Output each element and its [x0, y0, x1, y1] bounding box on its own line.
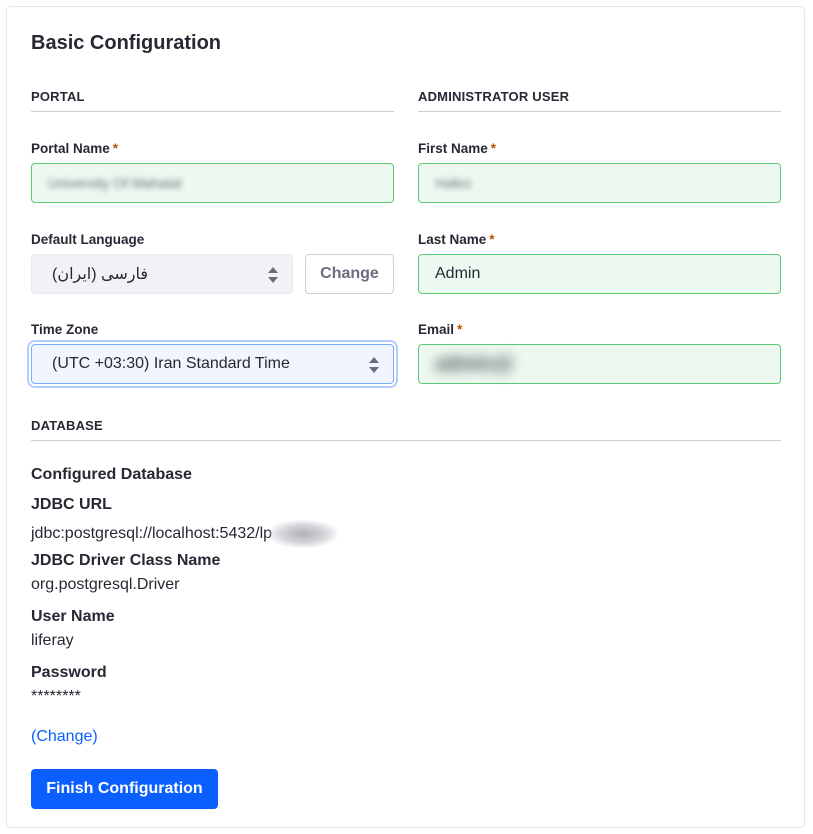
change-language-button[interactable]: Change	[305, 254, 394, 294]
first-name-label: First Name *	[418, 141, 497, 156]
last-name-label: Last Name *	[418, 232, 495, 247]
admin-divider	[418, 111, 781, 112]
portal-name-label: Portal Name *	[31, 141, 119, 156]
required-mark: *	[112, 141, 119, 156]
required-mark: *	[457, 322, 463, 337]
required-mark: *	[490, 141, 497, 156]
db-user-name-label: User Name	[31, 608, 115, 625]
db-password-label: Password	[31, 664, 107, 681]
select-caret-icon	[268, 266, 278, 284]
database-heading: DATABASE	[31, 418, 103, 433]
email-label: Email *	[418, 322, 463, 337]
db-user-name-value: liferay	[31, 632, 74, 649]
first-name-input[interactable]: Hafez	[418, 163, 781, 203]
jdbc-url-label: JDBC URL	[31, 496, 112, 513]
default-language-label: Default Language	[31, 232, 145, 247]
last-name-input[interactable]: Admin	[418, 254, 781, 294]
redaction-blur	[268, 520, 339, 548]
required-mark: *	[489, 232, 495, 247]
select-caret-icon	[369, 356, 379, 374]
configured-database-label: Configured Database	[31, 466, 192, 483]
time-zone-select[interactable]: (UTC +03:30) Iran Standard Time	[31, 344, 394, 384]
change-database-link[interactable]: (Change)	[31, 728, 98, 746]
configuration-card: Basic Configuration PORTAL Portal Name * …	[6, 6, 805, 828]
jdbc-driver-value: org.postgresql.Driver	[31, 576, 180, 593]
page-title: Basic Configuration	[31, 32, 222, 54]
email-input[interactable]: admin@	[418, 344, 781, 384]
finish-configuration-button[interactable]: Finish Configuration	[31, 769, 218, 809]
portal-divider	[31, 111, 394, 112]
database-divider	[31, 440, 781, 441]
time-zone-label: Time Zone	[31, 322, 99, 337]
portal-heading: PORTAL	[31, 89, 85, 104]
portal-name-input[interactable]: University Of Mahalat	[31, 163, 394, 203]
default-language-value: فارسی (ایران)	[52, 266, 149, 283]
jdbc-driver-label: JDBC Driver Class Name	[31, 552, 221, 569]
jdbc-url-value: jdbc:postgresql://localhost:5432/lp	[31, 520, 339, 548]
time-zone-value: (UTC +03:30) Iran Standard Time	[52, 355, 290, 372]
db-password-value: ********	[31, 688, 81, 705]
default-language-select[interactable]: فارسی (ایران)	[31, 254, 293, 294]
admin-heading: ADMINISTRATOR USER	[418, 89, 570, 104]
